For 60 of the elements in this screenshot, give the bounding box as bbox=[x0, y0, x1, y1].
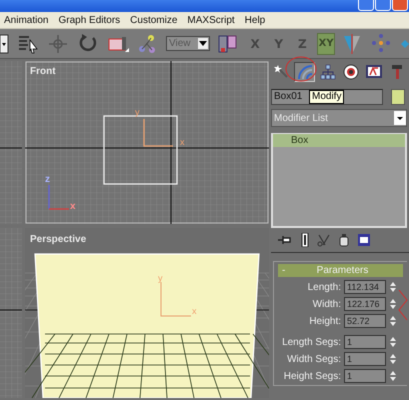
show-end-result-icon[interactable] bbox=[301, 233, 309, 247]
transform-gizmo bbox=[143, 119, 173, 147]
spinner-icon[interactable] bbox=[389, 370, 397, 382]
spinner-icon[interactable] bbox=[389, 281, 397, 293]
field-label: Height: bbox=[309, 316, 341, 326]
transform-gizmo bbox=[160, 282, 192, 316]
target-icon bbox=[342, 64, 358, 80]
axis-constraint-button[interactable]: XY bbox=[317, 32, 336, 54]
field-label: Length Segs: bbox=[282, 336, 341, 348]
front-viewport[interactable]: y x z x Front bbox=[25, 61, 269, 224]
perspective-viewport[interactable]: y x Perspective bbox=[25, 228, 269, 398]
configure-icon[interactable] bbox=[357, 233, 371, 247]
field-label: Width: bbox=[312, 298, 341, 310]
wand-icon bbox=[274, 64, 290, 80]
input-field[interactable]: 1 bbox=[344, 335, 386, 349]
field-label: Width Segs: bbox=[287, 354, 341, 364]
spinner-icon[interactable] bbox=[389, 353, 397, 365]
menu-item[interactable]: MAXScript bbox=[187, 14, 235, 26]
rollout-header[interactable]: - Parameters bbox=[278, 264, 403, 277]
modify-tab[interactable] bbox=[294, 62, 315, 82]
viewport-label[interactable]: Perspective bbox=[30, 234, 86, 245]
menu-item[interactable]: Graph Editors bbox=[58, 14, 120, 26]
modifier-list-dropdown[interactable]: Modifier List bbox=[271, 109, 407, 127]
trash-icon[interactable] bbox=[339, 233, 349, 247]
tooltip: Modify bbox=[309, 90, 344, 104]
viewport-label[interactable]: Front bbox=[30, 66, 56, 77]
menu-item[interactable]: Animation bbox=[4, 14, 48, 26]
annotation-scribble bbox=[398, 290, 408, 320]
axis-tripod bbox=[48, 185, 69, 210]
hierarchy-icon bbox=[320, 64, 336, 80]
stack-item[interactable]: Box bbox=[273, 134, 405, 147]
scissors-icon[interactable] bbox=[317, 233, 331, 247]
spinner-icon[interactable] bbox=[389, 315, 397, 327]
caret-icon bbox=[199, 40, 208, 46]
arc-icon bbox=[296, 64, 312, 80]
box-object[interactable] bbox=[34, 253, 260, 398]
axis-label: y bbox=[158, 273, 162, 283]
annotation-circle bbox=[286, 56, 316, 82]
input-field[interactable]: 1 bbox=[344, 352, 386, 366]
input-field[interactable]: 52.72 bbox=[344, 314, 386, 328]
dropdown-edge-icon[interactable] bbox=[0, 32, 10, 54]
object-color-swatch[interactable] bbox=[391, 89, 405, 105]
monitor-icon bbox=[364, 64, 382, 80]
spinner-icon[interactable] bbox=[389, 298, 397, 310]
axis-label: z bbox=[45, 174, 50, 185]
axis-label: x bbox=[180, 137, 184, 147]
pin-stack-icon[interactable] bbox=[277, 234, 293, 246]
input-field[interactable]: 112.134 bbox=[344, 280, 386, 294]
input-field[interactable]: 122.176 bbox=[344, 297, 386, 311]
axis-label: x bbox=[70, 201, 76, 212]
hammer-icon bbox=[390, 64, 404, 80]
input-field[interactable]: 1 bbox=[344, 369, 386, 383]
axis-label: y bbox=[135, 107, 140, 117]
axis-label: x bbox=[192, 306, 196, 316]
caret-icon bbox=[394, 111, 406, 125]
menu-item[interactable]: Help bbox=[244, 14, 266, 26]
field-label: Height Segs: bbox=[284, 370, 341, 382]
field-label: Length: bbox=[308, 282, 341, 292]
spinner-icon[interactable] bbox=[389, 336, 397, 348]
menu-item[interactable]: Customize bbox=[130, 14, 178, 26]
